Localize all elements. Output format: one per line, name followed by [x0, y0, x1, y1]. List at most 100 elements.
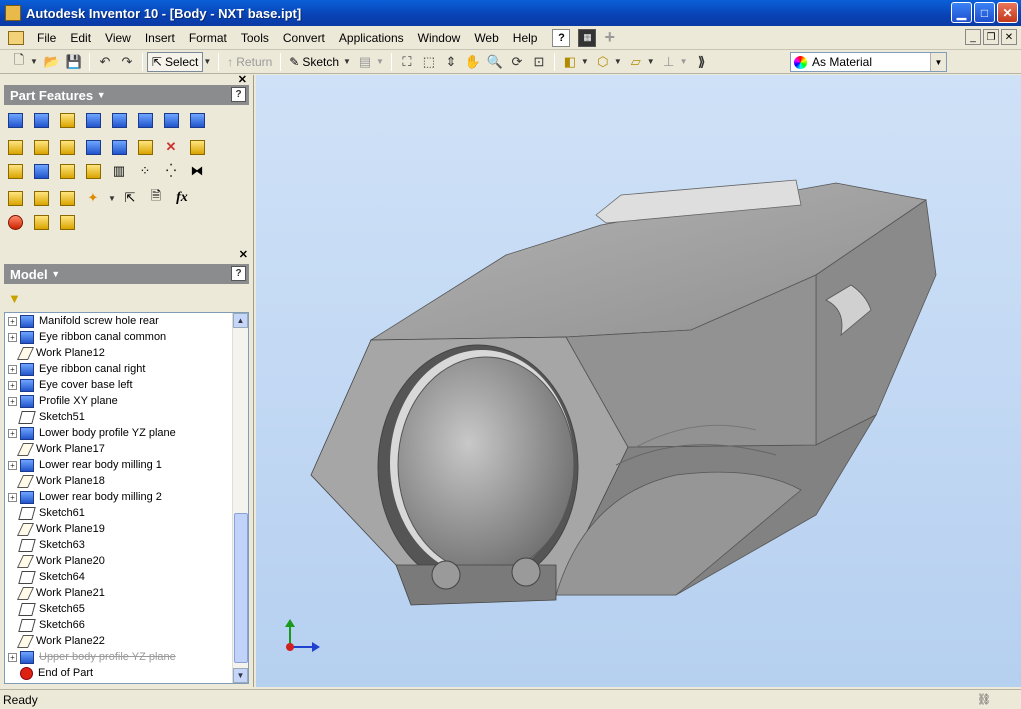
info-2-icon[interactable] [56, 211, 78, 233]
menu-view[interactable]: View [98, 31, 138, 45]
work-point-icon[interactable]: ✦ [82, 187, 104, 209]
revolve-icon[interactable] [30, 109, 52, 131]
split-icon[interactable] [108, 136, 130, 158]
chamfer-icon[interactable] [56, 136, 78, 158]
tree-item[interactable]: + Manifold screw hole rear [5, 313, 248, 329]
tree-item[interactable]: + Eye ribbon canal right [5, 361, 248, 377]
tree-item[interactable]: Work Plane19 [5, 521, 248, 537]
tree-item[interactable]: End of Part [5, 665, 248, 681]
tree-item[interactable]: Work Plane20 [5, 553, 248, 569]
sketch-button[interactable]: ✎ Sketch [285, 55, 343, 69]
rib-icon[interactable] [108, 109, 130, 131]
display-mode-dropdown-icon[interactable]: ▼ [581, 57, 589, 66]
corner-icon[interactable] [186, 136, 208, 158]
chevron-down-icon[interactable]: ▼ [930, 53, 946, 71]
redo-icon[interactable]: ↷ [117, 52, 137, 72]
app-icon[interactable] [5, 5, 21, 21]
tree-item[interactable]: Sketch64 [5, 569, 248, 585]
section-icon[interactable]: ⊥ [659, 52, 679, 72]
menu-applications[interactable]: Applications [332, 31, 411, 45]
tree-item[interactable]: Sketch61 [5, 505, 248, 521]
no-icon[interactable] [4, 211, 26, 233]
tree-item[interactable]: Work Plane17 [5, 441, 248, 457]
sweep-icon[interactable] [160, 109, 182, 131]
decal-icon[interactable] [30, 160, 52, 182]
help-icon[interactable]: ? [231, 266, 246, 281]
tree-item[interactable]: + Lower rear body milling 1 [5, 457, 248, 473]
expand-icon[interactable]: + [8, 380, 17, 390]
document-icon[interactable] [8, 30, 24, 45]
tree-item[interactable]: Sketch63 [5, 537, 248, 553]
menu-edit[interactable]: Edit [63, 31, 98, 45]
scroll-up-icon[interactable]: ▲ [233, 313, 248, 328]
derived-component-icon[interactable] [56, 160, 78, 182]
close-model-panel-icon[interactable]: ✕ [239, 248, 248, 261]
tree-item[interactable]: + Eye ribbon canal common [5, 329, 248, 345]
close-button[interactable]: ✕ [997, 2, 1018, 23]
ground-shadow-icon[interactable]: ▱ [626, 52, 646, 72]
circular-pattern-icon[interactable]: ⁛ [160, 160, 182, 182]
model-header[interactable]: Model ▼ ? [4, 264, 249, 284]
section-dropdown-icon[interactable]: ▼ [680, 57, 688, 66]
face-draft-icon[interactable] [82, 136, 104, 158]
expand-icon[interactable]: + [8, 652, 17, 662]
filter-icon[interactable]: ▼ [8, 291, 21, 306]
new-icon[interactable]: 🗋 [9, 52, 29, 72]
work-plane-tool-icon[interactable] [4, 187, 26, 209]
work-axis-tool-icon[interactable] [30, 187, 52, 209]
sketch-dropdown-icon[interactable]: ▼ [343, 57, 351, 66]
menu-format[interactable]: Format [182, 31, 234, 45]
rotate-icon[interactable]: ⟳ [507, 52, 527, 72]
zoom-window-icon[interactable]: ⬚ [419, 52, 439, 72]
doc-restore-button[interactable]: ❐ [983, 29, 999, 45]
analysis-icon[interactable]: ⟫ [692, 52, 712, 72]
display-mode-icon[interactable]: ◧ [560, 52, 580, 72]
tree-item[interactable]: Work Plane18 [5, 473, 248, 489]
sculpt-icon[interactable] [82, 160, 104, 182]
tree-item[interactable]: + Upper body profile YZ plane [5, 649, 248, 665]
loft-icon[interactable] [134, 109, 156, 131]
maximize-button[interactable]: □ [974, 2, 995, 23]
mirror-icon[interactable]: ⧓ [186, 160, 208, 182]
info-1-icon[interactable] [30, 211, 52, 233]
whats-this-help-icon[interactable]: ? [552, 28, 571, 47]
scroll-down-icon[interactable]: ▼ [233, 668, 248, 683]
derived-part-icon[interactable]: 🗎 [145, 187, 167, 209]
graphics-viewport[interactable] [256, 75, 1021, 687]
scroll-thumb[interactable] [234, 513, 248, 663]
tree-item[interactable]: + Eye cover base left [5, 377, 248, 393]
work-point-dropdown-icon[interactable]: ▼ [108, 194, 116, 203]
help-icon[interactable]: ? [231, 87, 246, 102]
expand-icon[interactable]: + [8, 492, 17, 502]
return-button[interactable]: ↑ Return [223, 55, 276, 69]
expand-icon[interactable]: + [8, 396, 17, 406]
tree-item[interactable]: + Lower body profile YZ plane [5, 425, 248, 441]
pan-icon[interactable]: ✋ [463, 52, 483, 72]
expand-icon[interactable]: + [8, 364, 17, 374]
tree-item[interactable]: Work Plane22 [5, 633, 248, 649]
menu-help[interactable]: Help [506, 31, 545, 45]
move-face-icon[interactable] [134, 136, 156, 158]
look-at-icon[interactable]: ⊡ [529, 52, 549, 72]
camera-dropdown-icon[interactable]: ▼ [614, 57, 622, 66]
user-coordinate-icon[interactable] [56, 187, 78, 209]
tree-item[interactable]: Sketch51 [5, 409, 248, 425]
shell-icon[interactable] [82, 109, 104, 131]
open-icon[interactable]: 📂 [42, 52, 62, 72]
calculator-icon[interactable]: ▦ [578, 28, 597, 47]
select-dropdown-icon[interactable]: ▼ [203, 57, 211, 66]
save-icon[interactable]: 💾 [64, 52, 84, 72]
menu-tools[interactable]: Tools [234, 31, 276, 45]
menu-file[interactable]: File [30, 31, 63, 45]
promote-icon[interactable]: ⇱ [119, 187, 141, 209]
tree-item[interactable]: + Lower rear body milling 2 [5, 489, 248, 505]
zoom-selected-icon[interactable]: 🔍 [485, 52, 505, 72]
menu-insert[interactable]: Insert [138, 31, 182, 45]
delete-face-icon[interactable]: ✕ [160, 136, 182, 158]
zoom-icon[interactable]: ⇕ [441, 52, 461, 72]
update-dropdown-icon[interactable]: ▼ [376, 57, 384, 66]
select-button[interactable]: ⇱ Select [146, 51, 204, 72]
part-features-header[interactable]: Part Features ▼ ? [4, 85, 249, 105]
tree-item[interactable]: Sketch65 [5, 601, 248, 617]
tree-item[interactable]: Work Plane12 [5, 345, 248, 361]
